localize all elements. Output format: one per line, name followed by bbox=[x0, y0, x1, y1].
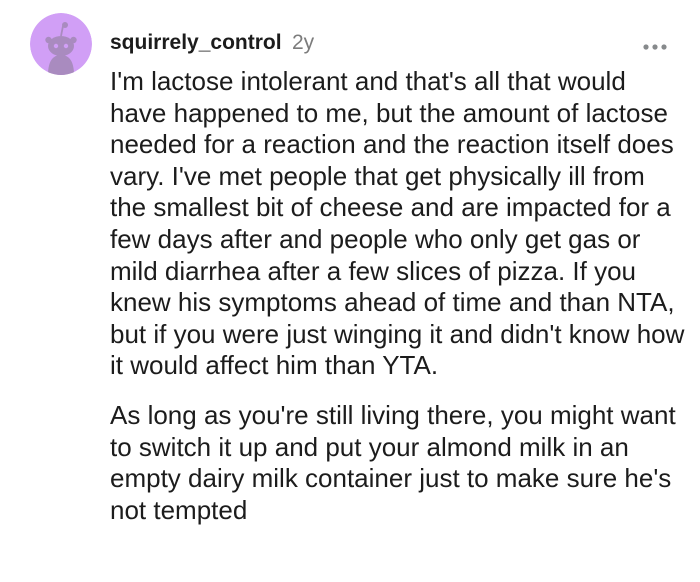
comment: squirrely_control 2y I'm lactose intoler… bbox=[0, 0, 700, 582]
comment-paragraph: As long as you're still living there, yo… bbox=[110, 399, 676, 525]
more-options-icon[interactable] bbox=[642, 38, 668, 50]
comment-author[interactable]: squirrely_control bbox=[110, 31, 282, 55]
comment-body: I'm lactose intolerant and that's all th… bbox=[110, 66, 685, 526]
avatar[interactable] bbox=[30, 13, 92, 75]
comment-paragraph: I'm lactose intolerant and that's all th… bbox=[110, 66, 685, 381]
comment-timestamp[interactable]: 2y bbox=[292, 31, 314, 55]
snoo-avatar-icon bbox=[30, 13, 92, 75]
